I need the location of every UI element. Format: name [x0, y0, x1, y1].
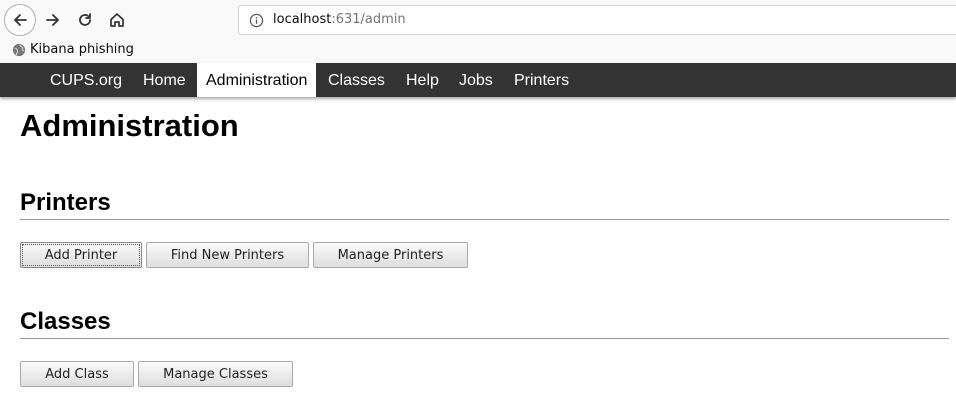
bookmarks-bar: Kibana phishing [0, 40, 956, 62]
url-path: :631/admin [331, 12, 406, 27]
find-new-printers-button[interactable]: Find New Printers [146, 242, 309, 268]
printers-heading: Printers [20, 189, 111, 216]
info-icon[interactable] [249, 13, 264, 28]
manage-printers-button[interactable]: Manage Printers [313, 242, 468, 268]
url-host: localhost [273, 12, 332, 27]
browser-toolbar: localhost:631/admin [0, 0, 956, 40]
back-button[interactable] [4, 4, 36, 36]
forward-button[interactable] [37, 4, 69, 36]
bookmark-item[interactable]: Kibana phishing [12, 42, 134, 57]
page-title: Administration [20, 108, 239, 143]
url-text: localhost:631/admin [273, 12, 406, 27]
globe-icon [12, 43, 26, 56]
arrow-left-icon [14, 14, 27, 26]
manage-classes-button[interactable]: Manage Classes [138, 361, 293, 387]
arrow-right-icon [46, 14, 59, 26]
classes-divider [20, 338, 949, 339]
home-icon [110, 13, 124, 27]
nav-help[interactable]: Help [397, 63, 448, 97]
printers-divider [20, 219, 949, 220]
url-bar[interactable]: localhost:631/admin [238, 5, 956, 35]
nav-printers[interactable]: Printers [505, 63, 578, 97]
home-button[interactable] [101, 4, 133, 36]
bookmark-label: Kibana phishing [30, 42, 134, 57]
classes-heading: Classes [20, 308, 111, 335]
add-class-button[interactable]: Add Class [20, 361, 134, 387]
reload-icon [79, 13, 91, 26]
reload-button[interactable] [69, 4, 101, 36]
cups-nav-bar: CUPS.org Home Administration Classes Hel… [0, 63, 956, 97]
nav-classes[interactable]: Classes [319, 63, 394, 97]
nav-jobs[interactable]: Jobs [450, 63, 502, 97]
nav-cups-org[interactable]: CUPS.org [41, 63, 131, 97]
nav-home[interactable]: Home [134, 63, 195, 97]
add-printer-button[interactable]: Add Printer [20, 242, 142, 268]
nav-administration[interactable]: Administration [197, 63, 317, 97]
